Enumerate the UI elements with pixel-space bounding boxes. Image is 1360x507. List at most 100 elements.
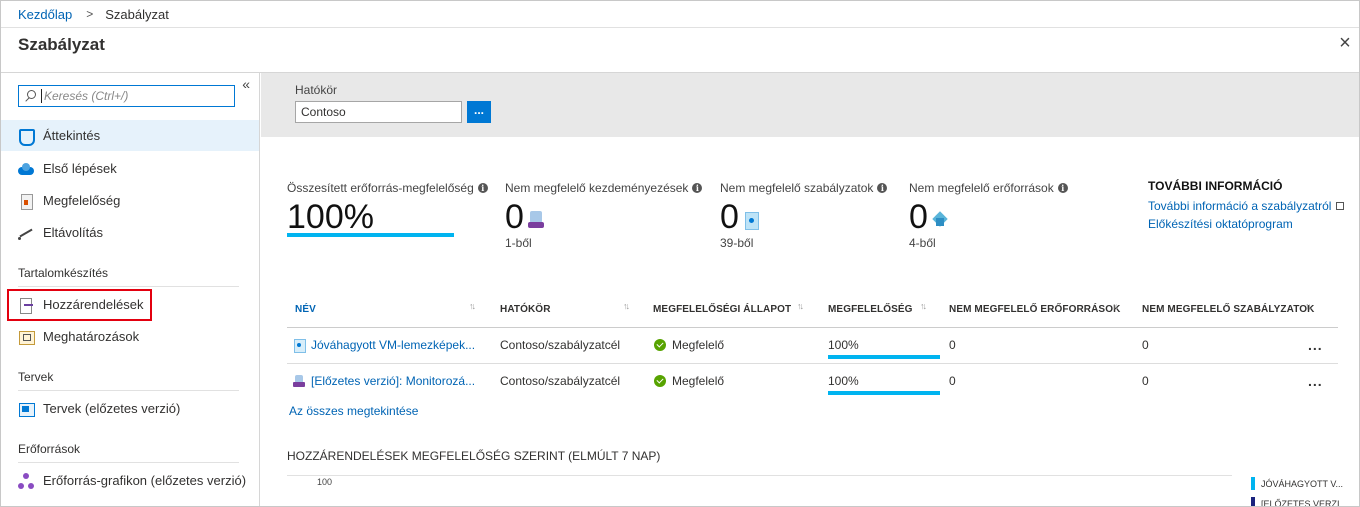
cloud-icon xyxy=(18,161,34,177)
scope-label: Hatókör xyxy=(295,83,338,97)
info-icon[interactable]: i xyxy=(877,183,888,193)
info-icon[interactable]: i xyxy=(1057,183,1068,193)
row-scope: Contoso/szabályzatcél xyxy=(500,374,621,388)
main-content: Hatókör Contoso ... Összesített erőforrá… xyxy=(261,73,1359,506)
info-icon[interactable]: i xyxy=(692,183,703,193)
sort-icon[interactable]: ↑↓ xyxy=(623,301,630,311)
row-name-link[interactable]: Jóváhagyott VM-lemezképek... xyxy=(293,338,475,353)
sidebar-item-definitions[interactable]: Meghatározások xyxy=(1,321,259,352)
trend-icon xyxy=(18,225,34,241)
section-divider xyxy=(18,286,239,287)
search-input[interactable] xyxy=(41,89,226,103)
onboarding-tutorial-link[interactable]: Előkészítési oktatóprogram xyxy=(1148,217,1293,231)
sidebar-item-label: Megfelelőség xyxy=(43,193,121,208)
chart-legend-item[interactable]: JÓVÁHAGYOTT V... xyxy=(1251,477,1346,490)
resource-cube-icon xyxy=(932,211,948,229)
sidebar-item-compliance[interactable]: Megfelelőség xyxy=(1,185,259,216)
sort-icon[interactable]: ↑↓ xyxy=(797,301,804,311)
close-icon[interactable]: × xyxy=(1335,33,1355,53)
document-icon xyxy=(18,193,34,210)
kpi-sub: 39-ből xyxy=(720,236,754,250)
column-header-scope[interactable]: HATÓKÖR xyxy=(500,291,551,328)
highlight-box xyxy=(7,289,152,321)
kpi-value: 0 xyxy=(720,200,887,234)
sort-icon[interactable]: ↑↓ xyxy=(1112,301,1119,311)
scope-input[interactable]: Contoso xyxy=(295,101,462,123)
row-noncompliant-resources: 0 xyxy=(949,374,956,388)
kpi-value: 100% xyxy=(287,198,374,236)
kpi-label: Nem megfelelő kezdeményezések i xyxy=(505,181,703,195)
kpi-value: 0 xyxy=(505,200,702,234)
scope-bar: Hatókör Contoso ... xyxy=(261,73,1359,137)
initiative-icon xyxy=(527,211,544,229)
sidebar-item-getting-started[interactable]: Első lépések xyxy=(1,153,259,184)
sidebar-item-blueprints[interactable]: Tervek (előzetes verzió) xyxy=(1,393,259,424)
chart-y-tick: 100 xyxy=(317,477,333,487)
blade-header: Szabályzat × xyxy=(1,29,1359,73)
initiative-icon xyxy=(293,375,305,387)
chart-legend-item[interactable]: [ELŐZETES VERZI... xyxy=(1251,497,1346,506)
policy-icon xyxy=(743,211,759,230)
check-circle-icon xyxy=(654,375,666,387)
sidebar-item-label: Erőforrás-grafikon (előzetes verzió) xyxy=(43,473,247,488)
sidebar-search[interactable] xyxy=(18,85,235,107)
row-compliance: 100% xyxy=(828,338,859,352)
sidebar-item-label: Tervek (előzetes verzió) xyxy=(43,401,181,416)
table-header-divider xyxy=(287,327,1338,328)
kpi-label: Nem megfelelő erőforrások i xyxy=(909,181,1068,195)
column-header-name[interactable]: NÉV xyxy=(295,291,316,328)
info-icon[interactable]: i xyxy=(477,183,488,193)
collapse-sidebar-icon[interactable]: « xyxy=(242,76,250,92)
breadcrumb-home-link[interactable]: Kezdőlap xyxy=(18,7,72,22)
sidebar-item-resource-graph[interactable]: Erőforrás-grafikon (előzetes verzió) xyxy=(1,465,259,496)
definition-icon xyxy=(18,329,35,345)
chart-title: HOZZÁRENDELÉSEK MEGFELELŐSÉG SZERINT (EL… xyxy=(287,449,661,463)
see-all-link[interactable]: Az összes megtekintése xyxy=(289,404,418,418)
column-header-compliance-state[interactable]: MEGFELELŐSÉGI ÁLLAPOT xyxy=(653,291,791,328)
row-noncompliant-policies: 0 xyxy=(1142,338,1149,352)
row-compliance: 100% xyxy=(828,374,859,388)
kpi-label: Összesített erőforrás-megfelelőség i xyxy=(287,181,488,195)
column-header-noncompliant-policies[interactable]: NEM MEGFELELŐ SZABÁLYZATOK xyxy=(1142,291,1314,328)
policy-icon xyxy=(293,339,306,353)
row-divider xyxy=(287,363,1338,364)
sidebar-item-overview[interactable]: Áttekintés xyxy=(1,120,259,151)
page-title: Szabályzat xyxy=(18,35,105,54)
scope-picker-button[interactable]: ... xyxy=(467,101,491,123)
kpi-sub: 1-ből xyxy=(505,236,532,250)
row-status: Megfelelő xyxy=(654,338,724,352)
breadcrumb-current: Szabályzat xyxy=(105,6,169,22)
app-frame: Kezdőlap > Szabályzat Szabályzat × « Átt… xyxy=(0,0,1360,507)
sidebar-item-label: Első lépések xyxy=(43,161,117,176)
kpi-label: Nem megfelelő szabályzatok i xyxy=(720,181,888,195)
sort-icon[interactable]: ↑↓ xyxy=(1305,301,1312,311)
column-header-compliance[interactable]: MEGFELELŐSÉG xyxy=(828,291,913,328)
row-name-link[interactable]: [Előzetes verzió]: Monitorozá... xyxy=(293,374,475,388)
breadcrumb-chevron-icon: > xyxy=(86,7,94,21)
sort-icon[interactable]: ↑↓ xyxy=(469,301,476,311)
check-circle-icon xyxy=(654,339,666,351)
shield-icon xyxy=(18,128,35,146)
row-more-menu-icon[interactable]: ... xyxy=(1308,373,1323,389)
sort-icon[interactable]: ↑↓ xyxy=(920,301,927,311)
external-link-icon xyxy=(1336,202,1345,210)
sidebar-item-label: Áttekintés xyxy=(43,128,101,143)
section-resources: Erőforrások xyxy=(18,442,81,456)
kpi-sub: 4-ből xyxy=(909,236,936,250)
blueprint-icon xyxy=(18,401,35,417)
sidebar-item-label: Eltávolítás xyxy=(43,225,103,240)
row-noncompliant-policies: 0 xyxy=(1142,374,1149,388)
kpi-noncompliant-initiatives: Nem megfelelő kezdeményezések i 0 1-ből xyxy=(505,181,703,250)
section-divider xyxy=(18,390,239,391)
more-info-link[interactable]: További információ a szabályzatról xyxy=(1148,199,1345,213)
sidebar: « Áttekintés Első lépések Megfelelőség E… xyxy=(1,73,260,506)
breadcrumb: Kezdőlap > Szabályzat xyxy=(1,1,1359,28)
row-more-menu-icon[interactable]: ... xyxy=(1308,337,1323,353)
chart-gridline xyxy=(287,475,1232,476)
search-icon xyxy=(19,86,41,106)
kpi-noncompliant-policies: Nem megfelelő szabályzatok i 0 39-ből xyxy=(720,181,888,250)
sidebar-item-remediation[interactable]: Eltávolítás xyxy=(1,217,259,248)
legend-swatch xyxy=(1251,477,1255,490)
column-header-noncompliant-resources[interactable]: NEM MEGFELELŐ ERŐFORRÁSOK xyxy=(949,291,1120,328)
kpi-overall-compliance: Összesített erőforrás-megfelelőség i 100% xyxy=(287,181,488,237)
